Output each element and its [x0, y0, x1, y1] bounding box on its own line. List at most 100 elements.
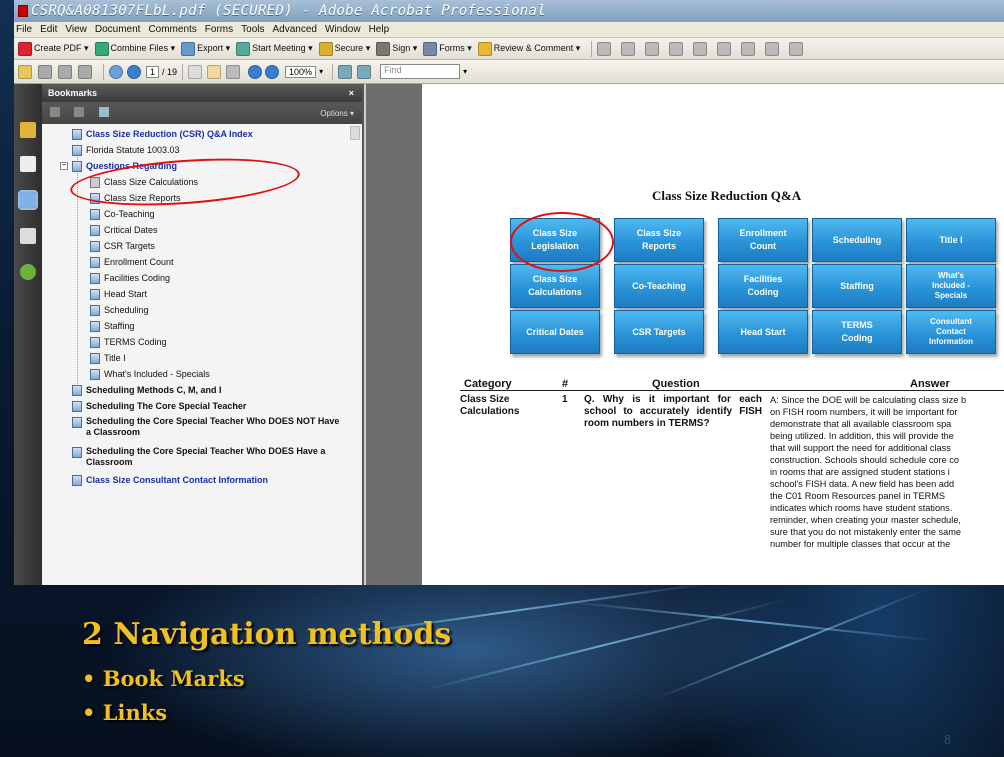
close-icon[interactable]: ×: [349, 88, 354, 98]
bookmark-co-teaching[interactable]: Co-Teaching: [42, 206, 362, 222]
hand-tool-icon[interactable]: [207, 64, 222, 79]
delete-bookmark-icon[interactable]: [74, 107, 85, 117]
zoom-level-select[interactable]: 100%: [285, 65, 317, 78]
link-button-consultant-contact-information[interactable]: Consultant Contact Information: [906, 310, 996, 354]
select-cursor-icon[interactable]: [188, 64, 203, 79]
stamp-tool-icon[interactable]: [693, 41, 708, 56]
document-title: Class Size Reduction Q&A: [652, 188, 802, 203]
page-number-input[interactable]: 1: [146, 65, 160, 78]
zoom-in-icon[interactable]: [265, 64, 280, 79]
fit-page-icon[interactable]: [338, 64, 353, 79]
start-meeting-button[interactable]: Start Meeting ▾: [236, 41, 313, 56]
bookmark-csr-index[interactable]: Class Size Reduction (CSR) Q&A Index: [42, 126, 362, 142]
menu-file[interactable]: File: [16, 24, 32, 35]
link-button-scheduling[interactable]: Scheduling: [812, 218, 902, 262]
bookmark-icon: [90, 256, 100, 268]
link-button-facilities-coding[interactable]: Facilities Coding: [718, 264, 808, 308]
bookmark-terms-coding[interactable]: TERMS Coding: [42, 334, 362, 350]
select-tool-icon[interactable]: [597, 41, 612, 56]
security-lock-icon[interactable]: [20, 122, 36, 138]
link-button-label: Consultant Contact Information: [929, 317, 973, 346]
row-answer: A: Since the DOE will be calculating cla…: [770, 394, 1004, 550]
bookmark-label: Enrollment Count: [104, 257, 174, 267]
bookmark-facilities-coding[interactable]: Facilities Coding: [42, 270, 362, 286]
pages-icon[interactable]: [20, 156, 36, 172]
bookmark-staffing[interactable]: Staffing: [42, 318, 362, 334]
bookmarks-options-menu[interactable]: Options ▾: [320, 109, 354, 118]
edit-tool-icon[interactable]: [645, 41, 660, 56]
export-button[interactable]: Export ▾: [181, 41, 230, 56]
chevron-down-icon[interactable]: ▾: [319, 67, 323, 76]
document-gutter: [366, 84, 422, 585]
print-icon[interactable]: [38, 64, 52, 79]
column-select-icon[interactable]: [621, 41, 636, 56]
help-icon[interactable]: [20, 264, 36, 280]
highlight-tool-icon[interactable]: [669, 41, 684, 56]
bookmark-title-i[interactable]: Title I: [42, 350, 362, 366]
table-tool-icon[interactable]: [717, 41, 732, 56]
menu-comments[interactable]: Comments: [148, 24, 196, 35]
answer-line: on FISH room numbers, it will be importa…: [770, 407, 958, 417]
zoom-out-icon[interactable]: [248, 64, 263, 79]
bookmarks-icon[interactable]: [18, 190, 38, 210]
next-page-icon[interactable]: [127, 64, 141, 79]
bookmark-icon: [72, 417, 82, 428]
audio-tool-icon[interactable]: [741, 41, 756, 56]
bookmark-critical-dates[interactable]: Critical Dates: [42, 222, 362, 238]
bookmark-head-start[interactable]: Head Start: [42, 286, 362, 302]
forms-button[interactable]: Forms ▾: [423, 41, 472, 56]
review-comment-button[interactable]: Review & Comment ▾: [477, 41, 580, 56]
link-button-enrollment-count[interactable]: Enrollment Count: [718, 218, 808, 262]
link-button-terms-coding[interactable]: TERMS Coding: [812, 310, 902, 354]
snapshot-tool-icon[interactable]: [226, 64, 241, 79]
bookmark-core-special-no-classroom[interactable]: Scheduling the Core Special Teacher Who …: [42, 414, 362, 440]
bookmark-scheduling[interactable]: Scheduling: [42, 302, 362, 318]
menu-advanced[interactable]: Advanced: [273, 24, 317, 35]
bookmark-label: Scheduling the Core Special Teacher Who …: [86, 416, 340, 437]
link-button-critical-dates[interactable]: Critical Dates: [510, 310, 600, 354]
link-button-head-start[interactable]: Head Start: [718, 310, 808, 354]
link-button-label: Scheduling: [832, 234, 882, 245]
email-icon[interactable]: [78, 64, 92, 79]
bookmark-core-special-teacher[interactable]: Scheduling The Core Special Teacher: [42, 398, 362, 414]
bookmark-enrollment-count[interactable]: Enrollment Count: [42, 254, 362, 270]
bookmark-label: Critical Dates: [104, 225, 158, 235]
create-pdf-button[interactable]: Create PDF ▾: [18, 41, 89, 56]
fit-width-icon[interactable]: [357, 64, 372, 79]
menu-document[interactable]: Document: [95, 24, 141, 35]
bookmark-scheduling-methods[interactable]: Scheduling Methods C, M, and I: [42, 382, 362, 398]
bookmark-csr-targets[interactable]: CSR Targets: [42, 238, 362, 254]
link-button-csr-targets[interactable]: CSR Targets: [614, 310, 704, 354]
signatures-icon[interactable]: [20, 228, 36, 244]
bookmark-core-special-has-classroom[interactable]: Scheduling the Core Special Teacher Who …: [42, 444, 362, 470]
open-folder-icon[interactable]: [18, 64, 32, 79]
new-bookmark-icon[interactable]: [98, 107, 109, 117]
sign-button[interactable]: Sign ▾: [376, 41, 417, 56]
combine-files-button[interactable]: Combine Files ▾: [94, 41, 175, 56]
link-button-what-s-included-specials[interactable]: What's Included - Specials: [906, 264, 996, 308]
previous-page-icon[interactable]: [109, 64, 123, 79]
collapse-icon[interactable]: −: [60, 162, 68, 170]
menu-window[interactable]: Window: [325, 24, 361, 35]
light-streak: [419, 598, 789, 692]
find-input[interactable]: Find: [380, 64, 461, 79]
bookmark-whats-included[interactable]: What's Included - Specials: [42, 366, 362, 382]
save-icon[interactable]: [58, 64, 72, 79]
bookmark-florida-statute[interactable]: Florida Statute 1003.03: [42, 142, 362, 158]
bookmark-icon: [90, 336, 100, 348]
expand-bookmark-icon[interactable]: [50, 107, 60, 117]
menu-tools[interactable]: Tools: [241, 24, 264, 35]
link-button-title-i[interactable]: Title I: [906, 218, 996, 262]
menu-forms[interactable]: Forms: [205, 24, 233, 35]
link-button-co-teaching[interactable]: Co-Teaching: [614, 264, 704, 308]
menu-edit[interactable]: Edit: [40, 24, 57, 35]
find-dropdown-icon[interactable]: ▾: [463, 67, 467, 76]
secure-button[interactable]: Secure ▾: [318, 41, 370, 56]
edit-form-icon[interactable]: [789, 41, 804, 56]
menu-help[interactable]: Help: [369, 24, 390, 35]
bookmark-consultant-contact[interactable]: Class Size Consultant Contact Informatio…: [42, 472, 362, 488]
link-button-class-size-reports[interactable]: Class Size Reports: [614, 218, 704, 262]
link-button-staffing[interactable]: Staffing: [812, 264, 902, 308]
menu-view[interactable]: View: [65, 24, 87, 35]
video-tool-icon[interactable]: [765, 41, 780, 56]
